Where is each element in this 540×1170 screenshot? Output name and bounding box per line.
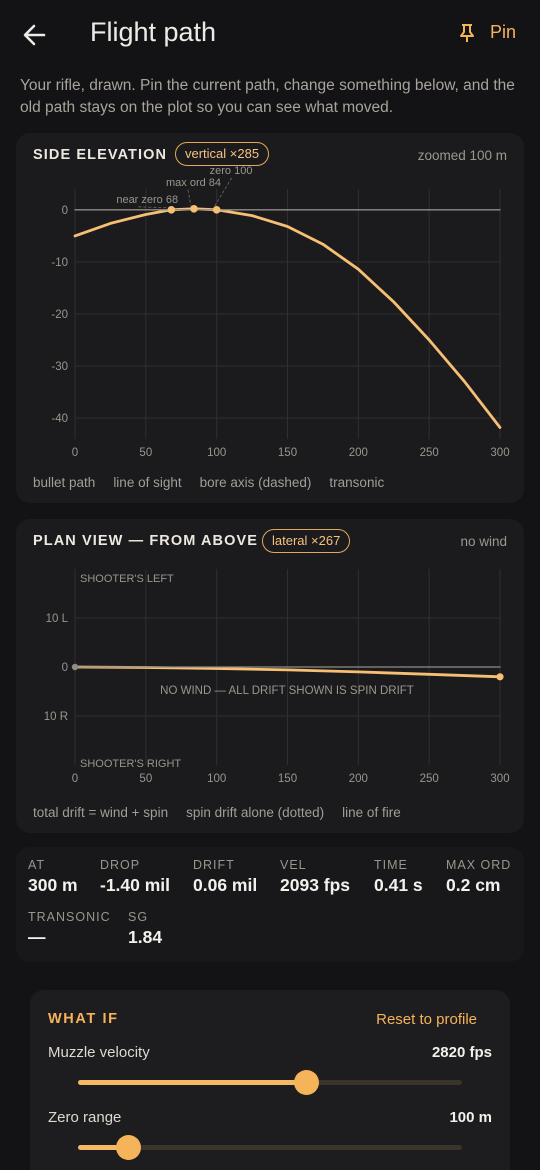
stat-velocity: VEL 2093 fps: [280, 858, 350, 896]
marker-dot: [212, 206, 221, 214]
legend-item: line of sight: [113, 475, 182, 490]
marker-label: max ord 84: [166, 177, 221, 189]
pin-button[interactable]: Pin: [458, 22, 516, 43]
x-tick-label: 150: [278, 447, 297, 459]
x-tick-label: 300: [490, 773, 509, 785]
stat-label: VEL: [280, 858, 307, 872]
marker-leader: [187, 189, 192, 207]
reset-to-profile-button[interactable]: Reset to profile: [376, 1011, 477, 1028]
stat-label: TIME: [374, 858, 408, 872]
side-elevation-legend: bullet path line of sight bore axis (das…: [33, 475, 384, 490]
stat-value: -1.40 mil: [100, 875, 171, 895]
stat-label: MAX ORD: [446, 858, 512, 872]
pin-label: Pin: [489, 22, 516, 42]
stat-max-ord: MAX ORD 0.2 cm: [446, 858, 511, 896]
shooters-right-label: SHOOTER'S RIGHT: [80, 758, 181, 770]
stat-value: 300 m: [28, 875, 78, 895]
x-tick-label: 50: [139, 773, 152, 785]
stat-label: TRANSONIC: [28, 910, 111, 924]
legend-item: bullet path: [33, 475, 96, 490]
x-tick-label: 200: [349, 773, 368, 785]
back-arrow-icon[interactable]: [20, 20, 50, 50]
endpoint-dot: [496, 673, 504, 681]
stat-value: —: [28, 927, 46, 947]
what-if-panel: WHAT IF Reset to profile Muzzle velocity…: [30, 990, 510, 1170]
shooters-left-label: SHOOTER'S LEFT: [80, 573, 174, 585]
stat-value: 2093 fps: [280, 875, 351, 895]
legend-item: transonic: [329, 475, 385, 490]
stat-value: 1.84: [128, 927, 163, 947]
stat-label: DROP: [100, 858, 141, 872]
x-tick-label: 100: [207, 447, 226, 459]
marker-label: near zero 68: [116, 194, 178, 206]
legend-item: total drift = wind + spin: [33, 805, 169, 820]
y-tick-label: 0: [62, 205, 68, 217]
y-tick-label: 0: [62, 662, 68, 674]
plan-view-chart: 0 50 100 150 200 250 300 10 L 0 10 R SHOOTER'S LEF…: [44, 569, 510, 785]
marker-dot: [190, 204, 198, 213]
muzzle-velocity-label: Muzzle velocity: [48, 1044, 150, 1061]
x-tick-label: 250: [420, 773, 439, 785]
x-tick-label: 0: [72, 447, 78, 459]
origin-dot: [71, 663, 79, 671]
stat-transonic: TRANSONIC —: [28, 910, 111, 948]
legend-item: spin drift alone (dotted): [186, 805, 325, 820]
x-tick-label: 100: [207, 773, 226, 785]
x-tick-label: 50: [139, 447, 152, 459]
stat-label: DRIFT: [193, 858, 235, 872]
stat-drop: DROP -1.40 mil: [100, 858, 170, 896]
y-tick-label: 10 R: [44, 711, 68, 723]
top-app-bar: Flight path Pin: [0, 0, 540, 70]
x-tick-label: 0: [72, 773, 78, 785]
muzzle-velocity-slider[interactable]: [78, 1070, 462, 1095]
legend-item: line of fire: [342, 805, 401, 820]
y-tick-label: -10: [51, 257, 68, 269]
stat-label: SG: [128, 910, 149, 924]
stat-time: TIME 0.41 s: [374, 858, 423, 896]
y-tick-label: -30: [51, 361, 68, 373]
stats-panel: AT 300 m DROP -1.40 mil DRIFT 0.06 mil V…: [16, 847, 524, 962]
muzzle-velocity-value: 2820 fps: [431, 1044, 492, 1061]
x-tick-label: 150: [278, 773, 297, 785]
side-elevation-chart: 0 50 100 150 200 250 300 0 -10 -20 -30 -40 near zero…: [51, 165, 509, 459]
stat-value: 0.06 mil: [193, 875, 258, 895]
x-tick-label: 200: [349, 447, 368, 459]
marker-leader: [138, 206, 169, 209]
stat-label: AT: [28, 858, 46, 872]
stat-at: AT 300 m: [28, 858, 78, 896]
plan-view-legend: total drift = wind + spin spin drift alo…: [33, 805, 401, 820]
stat-sg: SG 1.84: [128, 910, 162, 948]
y-tick-label: 10 L: [46, 613, 69, 625]
zero-range-value: 100 m: [449, 1109, 492, 1126]
pin-icon: [459, 23, 474, 42]
plan-view-card: PLAN VIEW — FROM ABOVE lateral ×267 no w…: [16, 519, 524, 833]
y-tick-label: -40: [51, 413, 68, 425]
side-elevation-card: SIDE ELEVATION vertical ×285 zoomed 100 …: [16, 133, 524, 503]
what-if-title: WHAT IF: [48, 1011, 119, 1027]
intro-text: Your rifle, drawn. Pin the current path,…: [20, 77, 515, 116]
y-tick-label: -20: [51, 309, 68, 321]
legend-item: bore axis (dashed): [199, 475, 312, 490]
zero-range-slider[interactable]: [78, 1135, 462, 1160]
slider-thumb[interactable]: [294, 1070, 320, 1095]
stat-drift: DRIFT 0.06 mil: [193, 858, 257, 896]
stat-value: 0.2 cm: [446, 875, 501, 895]
zero-range-label: Zero range: [48, 1109, 122, 1126]
slider-fill: [78, 1080, 307, 1085]
x-tick-label: 300: [490, 447, 509, 459]
slider-thumb[interactable]: [115, 1135, 141, 1160]
marker-dot: [167, 206, 176, 214]
marker-label: zero 100: [210, 165, 253, 177]
page-title: Flight path: [90, 17, 217, 47]
no-wind-note: NO WIND — ALL DRIFT SHOWN IS SPIN DRIFT: [160, 685, 414, 697]
x-tick-label: 250: [420, 447, 439, 459]
stat-value: 0.41 s: [374, 875, 423, 895]
